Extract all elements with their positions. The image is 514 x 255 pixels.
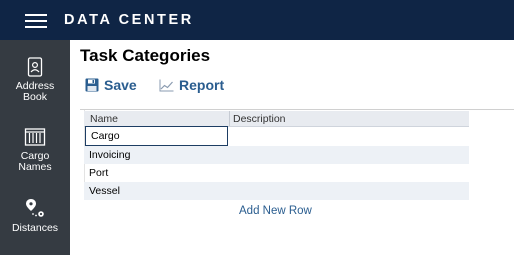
sidebar-item-label: Distances bbox=[11, 222, 59, 234]
app-title: DATA CENTER bbox=[64, 12, 194, 28]
sidebar-item-distances[interactable]: Distances bbox=[0, 197, 70, 234]
save-button[interactable]: Save bbox=[85, 77, 137, 93]
row-name-cell: Port bbox=[89, 167, 109, 179]
sidebar-item-label: Names bbox=[18, 161, 52, 173]
sidebar: Address Book Cargo Names Distances bbox=[0, 40, 70, 255]
sidebar-item-address-book[interactable]: Address Book bbox=[0, 57, 70, 103]
table-row[interactable]: Port bbox=[84, 164, 469, 182]
column-divider bbox=[229, 111, 230, 126]
top-bar: DATA CENTER bbox=[0, 0, 514, 40]
floppy-disk-icon bbox=[85, 78, 99, 92]
table-row[interactable]: Invoicing bbox=[84, 146, 469, 164]
page-title: Task Categories bbox=[80, 46, 211, 65]
report-button[interactable]: Report bbox=[159, 77, 224, 93]
name-edit-input[interactable] bbox=[85, 126, 228, 146]
row-name-cell: Invoicing bbox=[89, 149, 131, 161]
main-content: Task Categories Save Report Name Descrip… bbox=[70, 40, 514, 255]
grid-divider bbox=[80, 109, 514, 110]
add-new-row-link[interactable]: Add New Row bbox=[239, 205, 312, 217]
address-book-icon bbox=[27, 57, 43, 77]
save-label: Save bbox=[104, 77, 137, 93]
sidebar-item-label: Book bbox=[23, 91, 47, 103]
row-name-cell: Vessel bbox=[89, 185, 120, 197]
route-pins-icon bbox=[26, 199, 44, 217]
report-label: Report bbox=[179, 77, 225, 93]
grid-header: Name Description bbox=[84, 111, 469, 127]
column-header-description[interactable]: Description bbox=[233, 113, 286, 125]
table-row[interactable]: Vessel bbox=[84, 182, 469, 200]
line-chart-icon bbox=[159, 79, 174, 91]
cargo-container-icon bbox=[24, 128, 46, 146]
column-header-name[interactable]: Name bbox=[90, 113, 118, 125]
hamburger-menu-icon[interactable] bbox=[25, 13, 47, 28]
sidebar-item-cargo-names[interactable]: Cargo Names bbox=[0, 127, 70, 173]
